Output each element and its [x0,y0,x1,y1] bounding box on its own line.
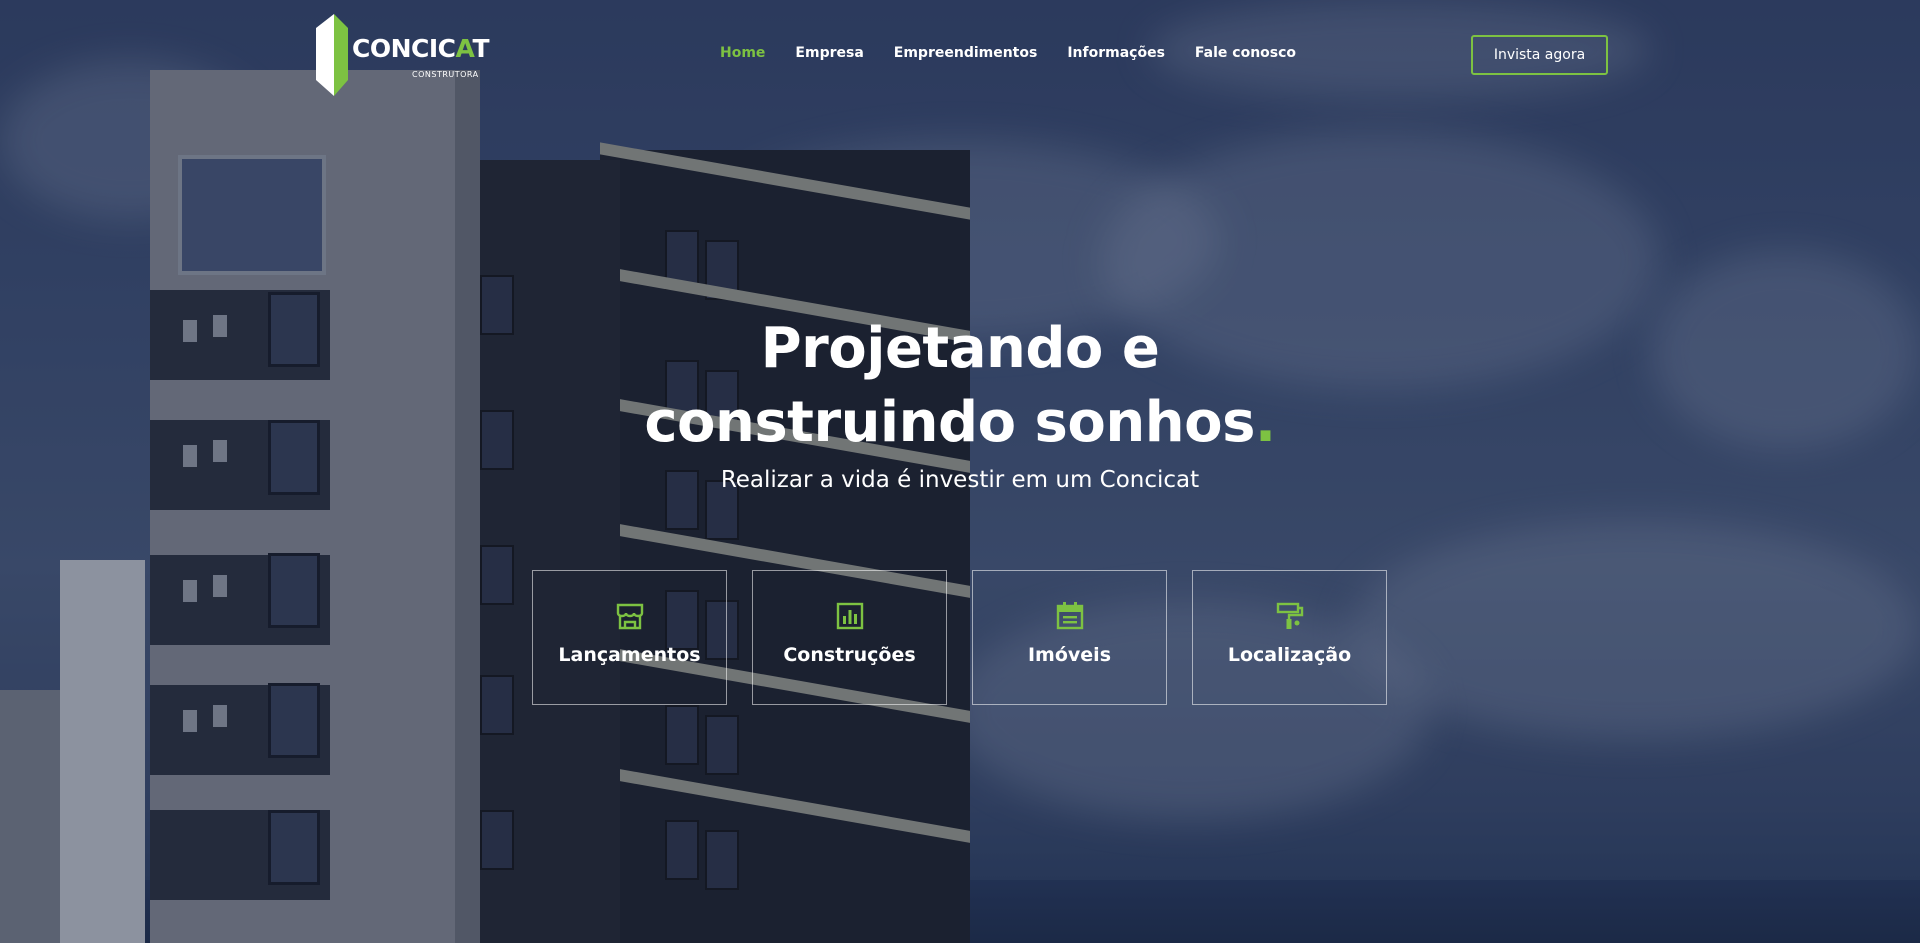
bar-chart-icon [836,602,863,630]
nav-empreendimentos[interactable]: Empreendimentos [894,45,1038,61]
card-construcoes[interactable]: Construções [752,570,947,705]
hero-title-line1: Projetando e [760,316,1160,381]
logo-tagline: CONSTRUTORA [412,70,479,79]
invest-now-button[interactable]: Invista agora [1471,35,1608,75]
card-label: Lançamentos [558,644,701,666]
hero-title-line2: construindo sonhos [644,390,1255,455]
card-localizacao[interactable]: Localização [1192,570,1387,705]
card-lancamentos[interactable]: Lançamentos [532,570,727,705]
hero-title-dot: . [1254,390,1276,455]
card-imoveis[interactable]: Imóveis [972,570,1167,705]
nav-home[interactable]: Home [720,45,765,61]
card-label: Localização [1227,644,1352,666]
storefront-icon [616,603,643,630]
nav-informacoes[interactable]: Informações [1067,45,1165,61]
main-nav: Home Empresa Empreendimentos Informações… [720,45,1296,61]
card-label: Construções [783,644,916,666]
quick-links: Lançamentos Construções Imóveis Localiza… [532,570,1387,705]
logo-text: CONCICAT [352,34,490,63]
hero-subtitle: Realizar a vida é investir em um Concica… [720,467,1200,493]
nav-fale-conosco[interactable]: Fale conosco [1195,45,1296,61]
hero-title: Projetando e construindo sonhos. [0,312,1920,460]
card-label: Imóveis [1027,644,1111,666]
logo-mark-icon [316,14,348,96]
paint-roller-icon [1276,602,1303,629]
nav-empresa[interactable]: Empresa [795,45,863,61]
logo[interactable]: CONCICAT CONSTRUTORA [312,14,490,96]
calendar-icon [1056,602,1083,630]
